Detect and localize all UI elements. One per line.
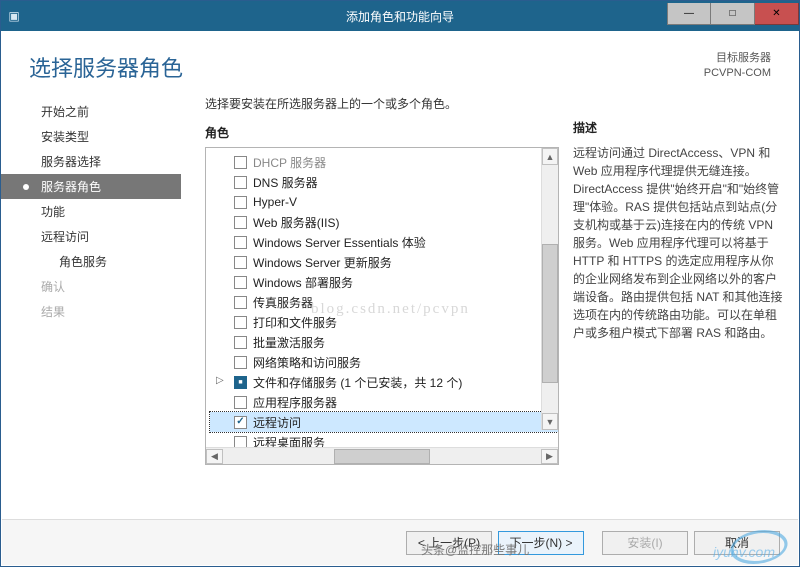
roles-listbox: DHCP 服务器 DNS 服务器 Hyper-V Web 服务器(IIS) Wi… <box>205 147 559 465</box>
role-label: Web 服务器(IIS) <box>253 214 339 231</box>
roles-panel: 选择要安装在所选服务器上的一个或多个角色。 角色 DHCP 服务器 DNS 服务… <box>181 91 573 521</box>
instruction-text: 选择要安装在所选服务器上的一个或多个角色。 <box>205 95 559 112</box>
close-button[interactable]: ✕ <box>755 3 799 25</box>
description-title: 描述 <box>573 119 783 136</box>
target-server-block: 目标服务器 PCVPN-COM <box>704 51 771 82</box>
system-menu-icon[interactable]: ▣ <box>1 9 27 23</box>
install-button: 安装(I) <box>602 531 688 555</box>
nav-step-role-services[interactable]: 角色服务 <box>1 249 181 274</box>
wizard-header: 选择服务器角色 目标服务器 PCVPN-COM <box>1 31 799 91</box>
role-label: 打印和文件服务 <box>253 314 337 331</box>
scroll-track[interactable] <box>542 165 558 413</box>
role-item-iis[interactable]: Web 服务器(IIS) <box>210 212 558 232</box>
nav-step-install-type[interactable]: 安装类型 <box>1 124 181 149</box>
nav-step-remote-access[interactable]: 远程访问 <box>1 224 181 249</box>
role-checkbox[interactable] <box>234 296 247 309</box>
role-checkbox[interactable] <box>234 176 247 189</box>
role-item-wsus[interactable]: Windows Server 更新服务 <box>210 252 558 272</box>
roles-section-title: 角色 <box>205 124 559 141</box>
role-label: Hyper-V <box>253 195 297 209</box>
window-buttons: — □ ✕ <box>667 7 799 25</box>
page-title: 选择服务器角色 <box>29 51 183 83</box>
role-item-dhcp[interactable]: DHCP 服务器 <box>210 152 558 172</box>
role-item-print[interactable]: 打印和文件服务 <box>210 312 558 332</box>
role-checkbox[interactable] <box>234 156 247 169</box>
role-item-volume-activation[interactable]: 批量激活服务 <box>210 332 558 352</box>
role-item-fax[interactable]: 传真服务器 <box>210 292 558 312</box>
role-label: 批量激活服务 <box>253 334 325 351</box>
role-item-app-server[interactable]: 应用程序服务器 <box>210 392 558 412</box>
expand-icon[interactable]: ▷ <box>216 376 226 386</box>
role-label: DHCP 服务器 <box>253 154 326 171</box>
role-item-remote-desktop[interactable]: 远程桌面服务 <box>210 432 558 447</box>
nav-step-confirm: 确认 <box>1 274 181 299</box>
role-item-dns[interactable]: DNS 服务器 <box>210 172 558 192</box>
role-checkbox[interactable] <box>234 256 247 269</box>
target-server-name: PCVPN-COM <box>704 66 771 81</box>
scroll-down-icon[interactable]: ▼ <box>542 413 558 430</box>
role-label: 远程桌面服务 <box>253 434 325 448</box>
roles-list[interactable]: DHCP 服务器 DNS 服务器 Hyper-V Web 服务器(IIS) Wi… <box>206 148 558 447</box>
role-label: DNS 服务器 <box>253 174 318 191</box>
target-server-label: 目标服务器 <box>704 51 771 66</box>
role-checkbox[interactable] <box>234 416 247 429</box>
scroll-track[interactable] <box>223 449 541 464</box>
role-item-nap[interactable]: 网络策略和访问服务 <box>210 352 558 372</box>
role-label: 应用程序服务器 <box>253 394 337 411</box>
maximize-button[interactable]: □ <box>711 3 755 25</box>
role-label: 网络策略和访问服务 <box>253 354 361 371</box>
role-checkbox[interactable] <box>234 396 247 409</box>
nav-step-features[interactable]: 功能 <box>1 199 181 224</box>
scroll-up-icon[interactable]: ▲ <box>542 148 558 165</box>
scroll-right-icon[interactable]: ▶ <box>541 449 558 464</box>
role-item-hyperv[interactable]: Hyper-V <box>210 192 558 212</box>
role-label: Windows Server Essentials 体验 <box>253 234 426 251</box>
role-item-file-storage[interactable]: ▷ 文件和存储服务 (1 个已安装，共 12 个) <box>210 372 558 392</box>
next-button[interactable]: 下一步(N) > <box>498 531 584 555</box>
role-checkbox[interactable] <box>234 216 247 229</box>
role-label: 远程访问 <box>253 414 301 431</box>
role-checkbox[interactable] <box>234 316 247 329</box>
previous-button[interactable]: < 上一步(P) <box>406 531 492 555</box>
cancel-button[interactable]: 取消 <box>694 531 780 555</box>
role-checkbox[interactable] <box>234 196 247 209</box>
description-text: 远程访问通过 DirectAccess、VPN 和 Web 应用程序代理提供无缝… <box>573 144 783 342</box>
scroll-thumb[interactable] <box>334 449 429 464</box>
scroll-left-icon[interactable]: ◀ <box>206 449 223 464</box>
role-checkbox[interactable] <box>234 236 247 249</box>
role-label: 文件和存储服务 (1 个已安装，共 12 个) <box>253 374 462 391</box>
role-checkbox[interactable] <box>234 336 247 349</box>
wizard-footer: < 上一步(P) 下一步(N) > 安装(I) 取消 <box>2 519 798 565</box>
role-label: Windows 部署服务 <box>253 274 353 291</box>
horizontal-scrollbar[interactable]: ◀ ▶ <box>206 447 558 464</box>
role-checkbox[interactable] <box>234 376 247 389</box>
role-item-wds[interactable]: Windows 部署服务 <box>210 272 558 292</box>
minimize-button[interactable]: — <box>667 3 711 25</box>
role-checkbox[interactable] <box>234 436 247 448</box>
role-item-essentials[interactable]: Windows Server Essentials 体验 <box>210 232 558 252</box>
role-label: Windows Server 更新服务 <box>253 254 392 271</box>
nav-step-before-begin[interactable]: 开始之前 <box>1 99 181 124</box>
role-checkbox[interactable] <box>234 356 247 369</box>
role-checkbox[interactable] <box>234 276 247 289</box>
nav-step-server-roles[interactable]: 服务器角色 <box>1 174 181 199</box>
nav-step-server-selection[interactable]: 服务器选择 <box>1 149 181 174</box>
vertical-scrollbar[interactable]: ▲ ▼ <box>541 148 558 430</box>
title-bar: ▣ 添加角色和功能向导 — □ ✕ <box>1 1 799 31</box>
wizard-steps-nav: 开始之前 安装类型 服务器选择 服务器角色 功能 远程访问 角色服务 确认 结果 <box>1 91 181 521</box>
wizard-body: 开始之前 安装类型 服务器选择 服务器角色 功能 远程访问 角色服务 确认 结果… <box>1 91 799 521</box>
description-panel: 描述 远程访问通过 DirectAccess、VPN 和 Web 应用程序代理提… <box>573 91 783 521</box>
scroll-thumb[interactable] <box>542 244 558 383</box>
role-label: 传真服务器 <box>253 294 313 311</box>
role-item-remote-access[interactable]: 远程访问 <box>210 412 558 432</box>
nav-step-results: 结果 <box>1 299 181 324</box>
